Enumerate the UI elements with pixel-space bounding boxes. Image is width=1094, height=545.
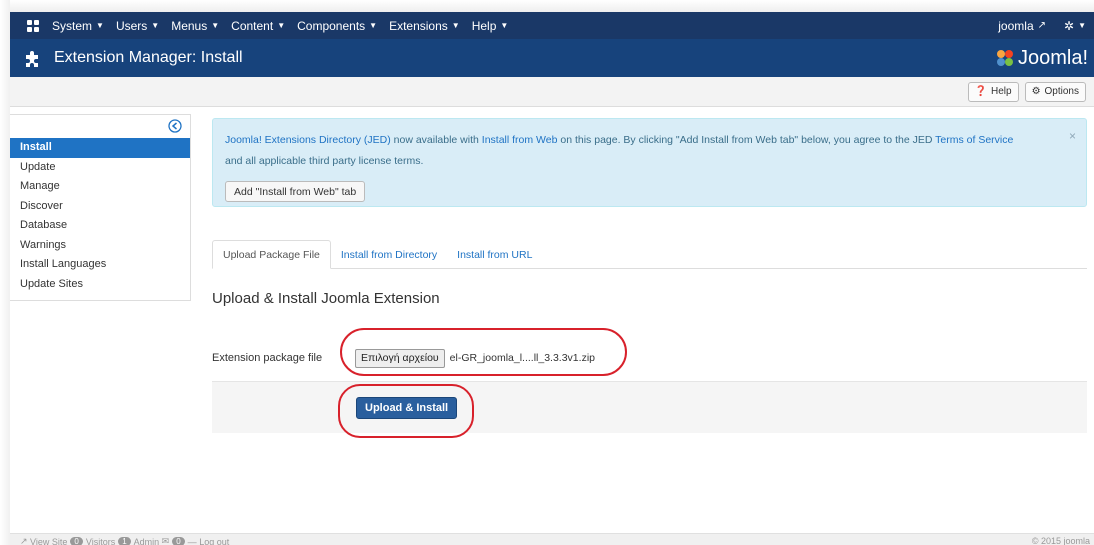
menu-label: Components xyxy=(297,18,366,33)
joomla-logo-icon[interactable] xyxy=(26,19,40,33)
tab-upload-package-file[interactable]: Upload Package File xyxy=(212,240,331,269)
sidebar-item-warnings[interactable]: Warnings xyxy=(10,236,190,256)
close-icon[interactable]: × xyxy=(1069,129,1076,143)
install-from-web-link[interactable]: Install from Web xyxy=(482,134,558,146)
menu-users[interactable]: Users ▼ xyxy=(116,19,159,33)
logout-link[interactable]: Log out xyxy=(199,537,229,545)
install-tabs: Upload Package File Install from Directo… xyxy=(212,240,1087,269)
admin-label: Admin xyxy=(133,536,160,545)
toolbar: ❓ Help ⚙ Options xyxy=(10,77,1094,107)
menu-label: System xyxy=(52,18,93,33)
view-site-link[interactable]: View Site xyxy=(30,537,67,545)
site-name: joomla xyxy=(998,18,1034,33)
highlight-oval-upload xyxy=(338,384,474,438)
visitors-count-badge: 0 xyxy=(70,537,83,545)
caret-down-icon: ▼ xyxy=(1078,21,1086,30)
menu-extensions[interactable]: Extensions ▼ xyxy=(389,19,460,33)
options-label: Options xyxy=(1044,86,1079,97)
jed-info-alert: Joomla! Extensions Directory (JED) now a… xyxy=(212,118,1087,207)
alert-line-2: and all applicable third party license t… xyxy=(225,155,424,167)
menubar-right: joomla ↗ ✲ ▼ xyxy=(998,19,1094,33)
minus-icon: — xyxy=(187,536,200,545)
menu-menus[interactable]: Menus ▼ xyxy=(171,19,219,33)
brand-text: Joomla! xyxy=(1017,46,1088,69)
sidebar: Install Update Manage Discover Database … xyxy=(10,114,191,301)
sidebar-item-install-languages[interactable]: Install Languages xyxy=(10,255,190,275)
menu-label: Content xyxy=(231,18,274,33)
menu-components[interactable]: Components ▼ xyxy=(297,19,377,33)
sidebar-item-install[interactable]: Install xyxy=(10,138,190,158)
visitors-label: Visitors xyxy=(85,536,116,545)
joomla-brand-icon xyxy=(996,50,1013,66)
caret-down-icon: ▼ xyxy=(451,21,460,30)
screen-left-edge xyxy=(0,0,10,545)
options-button[interactable]: ⚙ Options xyxy=(1024,81,1086,102)
admin-menubar: System ▼ Users ▼ Menus ▼ Content ▼ Component… xyxy=(10,12,1094,39)
section-title: Upload & Install Joomla Extension xyxy=(212,290,440,307)
caret-down-icon: ▼ xyxy=(277,21,286,30)
screen-top-edge xyxy=(0,0,1094,12)
menu-system[interactable]: System ▼ xyxy=(52,19,104,33)
page-header: Extension Manager: Install Joomla! xyxy=(10,39,1094,77)
jed-link[interactable]: Joomla! Extensions Directory (JED) xyxy=(225,134,391,146)
add-install-from-web-button[interactable]: Add "Install from Web" tab xyxy=(225,181,366,202)
external-link-icon: ↗ xyxy=(1037,20,1047,31)
caret-down-icon: ▼ xyxy=(96,21,104,30)
envelope-icon: ✉ xyxy=(159,536,170,545)
alert-line-1: Joomla! Extensions Directory (JED) now a… xyxy=(225,134,1013,146)
package-file-label: Extension package file xyxy=(212,352,323,364)
collapse-sidebar-icon[interactable] xyxy=(168,119,182,133)
menu-help[interactable]: Help ▼ xyxy=(472,19,509,33)
puzzle-icon xyxy=(26,51,38,67)
tab-install-from-url[interactable]: Install from URL xyxy=(447,240,542,269)
admin-count-badge: 1 xyxy=(118,537,131,545)
joomla-brand: Joomla! xyxy=(995,47,1088,70)
copyright: © 2015 joomla xyxy=(1031,536,1090,545)
site-link[interactable]: joomla ↗ xyxy=(998,19,1046,33)
alert-text: now available with xyxy=(390,134,482,146)
page-title: Extension Manager: Install xyxy=(54,49,243,66)
caret-down-icon: ▼ xyxy=(369,21,378,30)
menu-label: Users xyxy=(115,18,148,33)
menu-label: Help xyxy=(471,18,497,33)
sidebar-item-database[interactable]: Database xyxy=(10,216,190,236)
sidebar-item-manage[interactable]: Manage xyxy=(10,177,190,197)
sidebar-item-discover[interactable]: Discover xyxy=(10,197,190,217)
help-button[interactable]: ❓ Help xyxy=(967,81,1019,102)
menu-content[interactable]: Content ▼ xyxy=(231,19,285,33)
question-icon: ❓ xyxy=(974,86,987,97)
messages-count-badge[interactable]: 0 xyxy=(172,537,185,545)
menu-label: Menus xyxy=(171,18,208,33)
menu-label: Extensions xyxy=(389,18,448,33)
caret-down-icon: ▼ xyxy=(151,21,160,30)
caret-down-icon: ▼ xyxy=(211,21,220,30)
tab-install-from-directory[interactable]: Install from Directory xyxy=(331,240,447,269)
status-footer: ↗ View Site 0 Visitors 1 Admin ✉ 0 — Log… xyxy=(10,533,1094,545)
caret-down-icon: ▼ xyxy=(500,21,509,30)
alert-text: on this page. By clicking "Add Install f… xyxy=(557,134,936,146)
external-link-icon: ↗ xyxy=(20,536,31,545)
gear-icon: ✲ xyxy=(1064,18,1075,33)
sidebar-item-update-sites[interactable]: Update Sites xyxy=(10,275,190,295)
footer-items: ↗ View Site 0 Visitors 1 Admin ✉ 0 — Log… xyxy=(20,536,229,545)
user-menu[interactable]: ✲ ▼ xyxy=(1064,19,1086,33)
sidebar-list: Install Update Manage Discover Database … xyxy=(10,138,190,294)
gear-icon: ⚙ xyxy=(1031,86,1041,97)
highlight-oval-file xyxy=(340,328,627,376)
sidebar-item-update[interactable]: Update xyxy=(10,158,190,178)
help-label: Help xyxy=(990,86,1012,97)
terms-of-service-link[interactable]: Terms of Service xyxy=(935,134,1013,146)
